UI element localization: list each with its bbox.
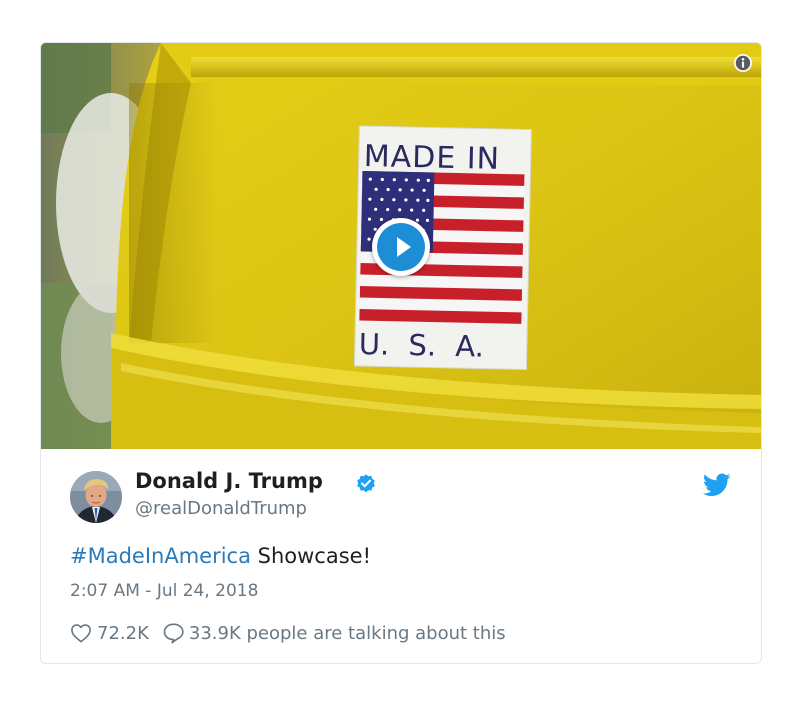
- sticker-usa: U. S. A.: [359, 327, 485, 364]
- embedded-tweet-card[interactable]: MADE IN U. S. A. Donald J. Trump @realDo…: [40, 42, 762, 664]
- talking-count[interactable]: 33.9K people are talking about this: [189, 623, 506, 644]
- speech-bubble-icon[interactable]: [162, 622, 184, 644]
- hashtag-link[interactable]: #MadeInAmerica: [70, 544, 251, 568]
- tweet-video[interactable]: MADE IN U. S. A.: [41, 43, 761, 449]
- author-name[interactable]: Donald J. Trump: [135, 469, 323, 493]
- heart-icon[interactable]: [70, 623, 92, 643]
- verified-badge-icon: [355, 473, 377, 495]
- sticker-made-in: MADE IN: [363, 139, 500, 177]
- tweet-body: Showcase!: [250, 544, 372, 568]
- play-button[interactable]: [372, 218, 430, 276]
- info-icon[interactable]: [733, 53, 753, 73]
- avatar[interactable]: [70, 471, 122, 523]
- tweet-text: #MadeInAmerica Showcase!: [70, 544, 371, 568]
- tweet-timestamp[interactable]: 2:07 AM - Jul 24, 2018: [70, 581, 258, 601]
- like-count[interactable]: 72.2K: [97, 623, 149, 644]
- play-icon: [377, 223, 425, 271]
- tweet-actions: 72.2K 33.9K people are talking about thi…: [70, 621, 506, 645]
- author-handle[interactable]: @realDonaldTrump: [135, 498, 307, 519]
- twitter-bird-icon[interactable]: [702, 473, 731, 497]
